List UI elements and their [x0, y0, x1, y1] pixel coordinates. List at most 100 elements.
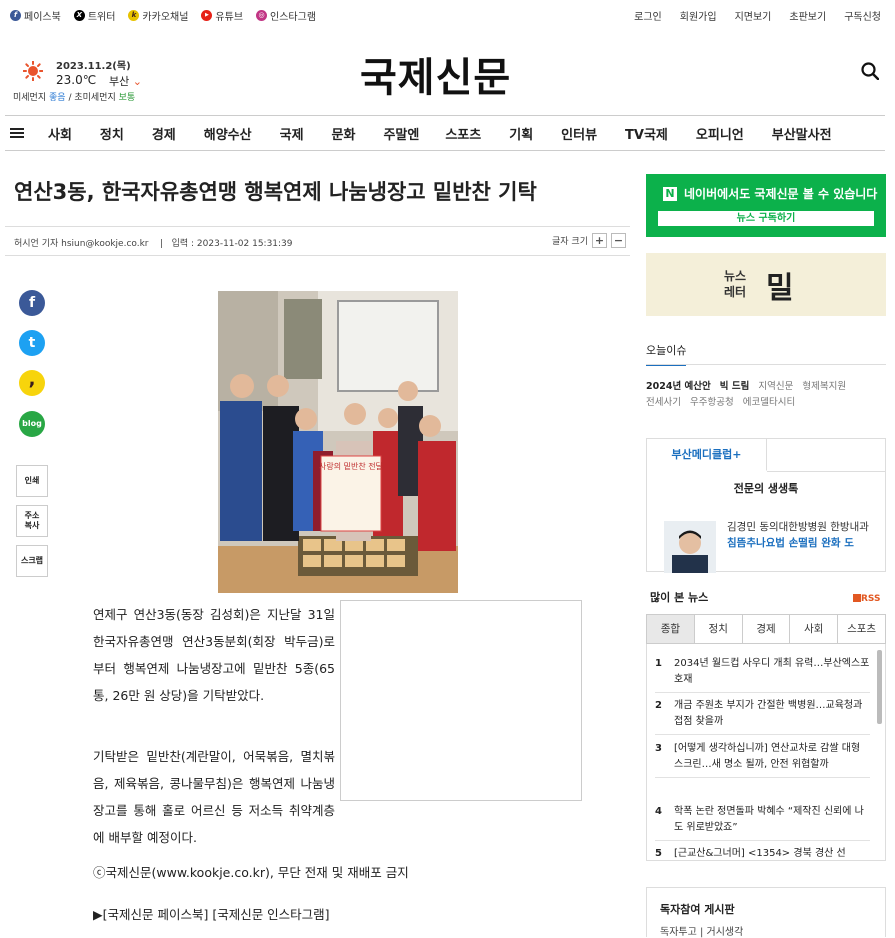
kakao-link[interactable]: k 카카오채널 [128, 8, 188, 23]
fine-dust-value: 보통 [118, 93, 136, 103]
newsletter-line2: 레터 [724, 285, 747, 299]
today-issue-list: 2024년 예산안 빅 드림 지역신문 형제복지원 전세사기 우주항공청 에코델… [646, 379, 886, 411]
popular-news-list: 1 2034년 월드컵 사우디 개최 유력…부산엑스포 호재 2 개금 주원초 부지… [646, 644, 886, 861]
medi-topic: 침뜸추나요법 손떨림 완화 도 [727, 537, 854, 549]
issue-tag[interactable]: 에코델타시티 [743, 397, 795, 408]
issue-tag[interactable]: 빅 드림 [720, 381, 750, 392]
facebook-link[interactable]: f 페이스북 [10, 8, 61, 23]
social-promo-links[interactable]: ▶[국제신문 페이스북] [국제신문 인스타그램] [93, 904, 330, 923]
login-link[interactable]: 로그인 [634, 8, 662, 23]
scrap-button[interactable]: 스크랩 [16, 545, 48, 577]
signup-link[interactable]: 회원가입 [680, 8, 717, 23]
print-button[interactable]: 인쇄 [16, 465, 48, 497]
list-scrollbar[interactable] [877, 650, 882, 724]
headline: 2034년 월드컵 사우디 개최 유력…부산엑스포 호재 [674, 658, 870, 685]
article-paragraph-1: 연제구 연산3동(동장 김성회)은 지난달 31일 한국자유총연맹 연산3동분회… [93, 607, 335, 703]
subscribe-link[interactable]: 구독신청 [844, 8, 881, 23]
newsletter-banner[interactable]: 뉴스 레터 밀 [646, 253, 886, 316]
issue-tag[interactable]: 우주항공청 [690, 397, 734, 408]
nav-weekend[interactable]: 주말엔 [383, 124, 419, 143]
social-links: f 페이스북 X 트위터 k 카카오채널 ▶ 유튜브 ◎ 인스타그램 [10, 8, 316, 23]
doctor-photo[interactable] [664, 521, 716, 573]
share-facebook-icon[interactable]: f [19, 290, 45, 316]
list-item[interactable]: 3 [어떻게 생각하십니까] 연산교차로 감쌀 대형 스크린…새 명소 될까, 안… [655, 741, 870, 778]
font-size-label: 글자 크기 [552, 237, 588, 247]
today-issue-title: 오늘이슈 [646, 342, 687, 366]
newsletter-brand: 밀 [766, 271, 794, 306]
nav-sports[interactable]: 스포츠 [445, 124, 481, 143]
instagram-icon: ◎ [256, 10, 268, 21]
nav-society[interactable]: 사회 [48, 124, 72, 143]
medi-article[interactable]: 김경민 동의대한방병원 한방내과 침뜸추나요법 손떨림 완화 도 [727, 519, 883, 551]
nav-feature[interactable]: 기획 [509, 124, 533, 143]
tab-economy[interactable]: 경제 [742, 615, 791, 643]
issue-tag[interactable]: 지역신문 [758, 381, 793, 392]
nav-culture[interactable]: 문화 [332, 124, 356, 143]
chevron-down-icon: ⌄ [132, 75, 142, 88]
issue-tag[interactable]: 형제복지원 [802, 381, 846, 392]
site-logo[interactable]: 국제신문 [360, 45, 511, 103]
share-blog-icon[interactable]: blog [19, 411, 45, 437]
reader-board-links[interactable]: 독자투고 | 거시생각 [660, 923, 743, 938]
naver-subscribe-banner[interactable]: N 네이버에서도 국제신문 볼 수 있습니다 뉴스 구독하기 [646, 174, 886, 237]
list-item[interactable]: 4 학폭 논란 정면돌파 박혜수 “제작진 신뢰에 나도 위로받았죠” [655, 804, 870, 841]
list-item[interactable]: 1 2034년 월드컵 사우디 개최 유력…부산엑스포 호재 [655, 656, 870, 693]
rank-number: 4 [655, 806, 662, 817]
kakao-icon: k [128, 10, 140, 21]
facebook-icon: f [10, 10, 21, 21]
instagram-link[interactable]: ◎ 인스타그램 [256, 8, 316, 23]
rank-number: 5 [655, 848, 662, 859]
dust-info: 미세먼지 좋음 / 초미세먼지 보통 [13, 90, 135, 103]
nav-economy[interactable]: 경제 [152, 124, 176, 143]
dust-label: 미세먼지 [13, 93, 47, 103]
font-increase-button[interactable]: + [592, 233, 607, 248]
nav-tv[interactable]: TV국제 [625, 124, 668, 143]
rss-link[interactable]: RSS [853, 594, 881, 604]
tab-politics[interactable]: 정치 [694, 615, 743, 643]
menu-icon[interactable] [10, 126, 24, 140]
naver-logo-icon: N [663, 187, 677, 201]
list-item[interactable]: 2 개금 주원초 부지가 간절한 백병원…교육청과 접점 찾을까 [655, 698, 870, 735]
nav-interview[interactable]: 인터뷰 [561, 124, 597, 143]
search-icon[interactable] [861, 62, 879, 80]
nav-marine[interactable]: 해양수산 [204, 124, 252, 143]
twitter-link[interactable]: X 트위터 [73, 8, 115, 23]
nav-international[interactable]: 국제 [280, 124, 304, 143]
issue-tag[interactable]: 전세사기 [646, 397, 681, 408]
font-size-control: 글자 크기 + − [552, 233, 626, 248]
banner-text: 사랑의 밑반찬 전달 [319, 461, 384, 471]
tab-society[interactable]: 사회 [790, 615, 839, 643]
weather-city-select[interactable]: 부산 ⌄ [109, 73, 142, 89]
x-icon: X [73, 10, 85, 21]
youtube-icon: ▶ [201, 10, 213, 21]
font-decrease-button[interactable]: − [611, 233, 626, 248]
popular-news-title: 많이 본 뉴스 [650, 591, 709, 604]
reporter: 허시언 기자 hsiun@kookje.co.kr [14, 239, 149, 249]
medi-club-tab[interactable]: 부산메디클럽+ [647, 439, 767, 471]
copy-url-button[interactable]: 주소 복사 [16, 505, 48, 537]
list-item[interactable]: 5 [근교산&그너머] <1354> 경북 경산 선 [655, 846, 870, 860]
byline-bar: 허시언 기자 hsiun@kookje.co.kr | 입력 : 2023-11… [5, 226, 630, 256]
share-kakao-icon[interactable]: , [19, 370, 45, 396]
reader-board-title: 독자참여 게시판 [660, 903, 735, 916]
nav-busan-dictionary[interactable]: 부산말사전 [772, 124, 832, 143]
headline: 개금 주원초 부지가 간절한 백병원…교육청과 접점 찾을까 [674, 700, 863, 727]
sun-icon [23, 61, 43, 81]
weather-temp: 23.0℃ [56, 73, 97, 87]
share-twitter-icon[interactable]: t [19, 330, 45, 356]
issue-tag[interactable]: 2024년 예산안 [646, 381, 711, 392]
rss-icon [853, 594, 861, 602]
youtube-link[interactable]: ▶ 유튜브 [201, 8, 243, 23]
rss-label: RSS [861, 594, 881, 604]
first-edition-link[interactable]: 초판보기 [789, 8, 826, 23]
weather-date: 2023.11.2(목) [56, 61, 131, 72]
paper-view-link[interactable]: 지면보기 [735, 8, 772, 23]
nav-opinion[interactable]: 오피니언 [696, 124, 744, 143]
newsletter-label: 뉴스 레터 [724, 268, 746, 300]
tab-sports[interactable]: 스포츠 [838, 615, 885, 643]
headline: 학폭 논란 정면돌파 박혜수 “제작진 신뢰에 나도 위로받았죠” [674, 806, 864, 833]
rank-number: 2 [655, 700, 662, 711]
tab-all[interactable]: 종합 [647, 615, 695, 643]
nav-politics[interactable]: 정치 [100, 124, 124, 143]
news-subscribe-button[interactable]: 뉴스 구독하기 [658, 211, 874, 226]
